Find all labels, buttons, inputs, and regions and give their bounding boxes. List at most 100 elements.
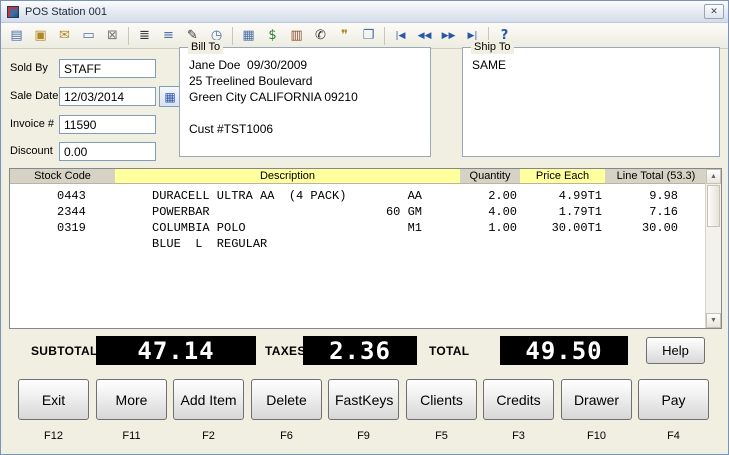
cell-total: 7.16 — [610, 205, 678, 219]
discount-field[interactable] — [59, 142, 156, 161]
add-item-button[interactable]: Add Item — [173, 379, 244, 420]
bill-to-content: Jane Doe 09/30/2009 25 Treelined Bouleva… — [180, 48, 430, 146]
pos-window: POS Station 001 ✕ ▤▣✉▭⊠≣≡✎◷▦$▥✆❞❐|◀◀◀▶▶▶… — [0, 0, 729, 455]
total-label: TOTAL — [429, 344, 469, 358]
drawer-button[interactable]: Drawer — [561, 379, 632, 420]
help-button[interactable]: Help — [646, 337, 705, 364]
sale-date-field[interactable] — [59, 87, 156, 106]
cell-stock: 0443 — [57, 189, 86, 203]
cell-price: 4.99T1 — [530, 189, 602, 203]
bill-to-box: Bill To Jane Doe 09/30/2009 25 Treelined… — [179, 47, 431, 157]
cell-total: 9.98 — [610, 189, 678, 203]
fastkeys-button[interactable]: FastKeys — [328, 379, 399, 420]
chat-icon[interactable]: ❞ — [333, 25, 356, 46]
fkey-label: F10 — [561, 430, 632, 442]
toolbar-separator — [384, 27, 385, 45]
cell-qty: 2.00 — [465, 189, 517, 203]
bill-to-label: Bill To — [188, 40, 223, 54]
exit-button[interactable]: Exit — [18, 379, 89, 420]
app-icon — [7, 6, 19, 18]
fkey-label: F11 — [96, 430, 167, 442]
bill-to-line: Green City CALIFORNIA 09210 — [189, 89, 421, 105]
column-header-line-total-53-3: Line Total (53.3) — [605, 169, 707, 183]
column-header-quantity: Quantity — [460, 169, 520, 183]
next-record-icon[interactable]: ▶▶ — [437, 25, 460, 46]
bill-to-line: 25 Treelined Boulevard — [189, 73, 421, 89]
fkey-label: F3 — [483, 430, 554, 442]
table-body: 0443 DURACELL ULTRA AA (4 PACK) AA 2.00 4.99… — [10, 184, 705, 328]
card-icon[interactable]: ▭ — [77, 25, 100, 46]
table-row[interactable]: 0319COLUMBIA POLOM11.0030.00T130.00 — [10, 221, 705, 237]
cell-desc: DURACELL ULTRA AA (4 PACK) — [152, 189, 346, 203]
delete-button[interactable]: Delete — [251, 379, 322, 420]
close-button[interactable]: ✕ — [704, 4, 724, 19]
title-bar: POS Station 001 ✕ — [1, 1, 728, 23]
cell-size: 60 GM — [378, 205, 422, 219]
ship-to-line: SAME — [472, 57, 710, 73]
line-items-table: Stock CodeDescriptionQuantityPrice EachL… — [9, 168, 722, 329]
fkey-label: F9 — [328, 430, 399, 442]
column-header-stock-code: Stock Code — [10, 169, 115, 183]
email-icon[interactable]: ✉ — [53, 25, 76, 46]
taxes-display: 2.36 — [303, 336, 417, 365]
trash-icon[interactable]: ⊠ — [101, 25, 124, 46]
pay-button[interactable]: Pay — [638, 379, 709, 420]
bill-to-line: Jane Doe 09/30/2009 — [189, 57, 421, 73]
scroll-down-icon[interactable]: ▼ — [706, 313, 721, 328]
phone-icon[interactable]: ✆ — [309, 25, 332, 46]
fkey-label: F6 — [251, 430, 322, 442]
fkey-label: F12 — [18, 430, 89, 442]
lock-icon[interactable]: ▣ — [29, 25, 52, 46]
calendar-button[interactable]: ▦ — [159, 86, 181, 107]
subtotal-label: SUBTOTAL — [31, 344, 98, 358]
taxes-label: TAXES — [265, 344, 306, 358]
scroll-thumb[interactable] — [707, 185, 720, 227]
receipt-icon[interactable]: ▤ — [5, 25, 28, 46]
ship-to-label: Ship To — [471, 40, 514, 54]
cell-desc: BLUE L REGULAR — [152, 237, 267, 251]
cell-size: AA — [378, 189, 422, 203]
cell-stock: 0319 — [57, 221, 86, 235]
cell-price: 30.00T1 — [530, 221, 602, 235]
sold-by-label: Sold By — [10, 62, 48, 74]
barcode-icon[interactable]: ≣ — [133, 25, 156, 46]
list-icon[interactable]: ≡ — [157, 25, 180, 46]
more-button[interactable]: More — [96, 379, 167, 420]
fkey-label: F4 — [638, 430, 709, 442]
table-header: Stock CodeDescriptionQuantityPrice EachL… — [10, 169, 707, 184]
total-display: 49.50 — [500, 336, 628, 365]
sale-date-label: Sale Date — [10, 90, 58, 102]
sold-by-field[interactable] — [59, 59, 156, 78]
invoice-label: Invoice # — [10, 118, 54, 130]
table-row[interactable]: 2344POWERBAR60 GM4.001.79T17.16 — [10, 205, 705, 221]
calculator-icon[interactable]: ▦ — [237, 25, 260, 46]
cell-desc: POWERBAR — [152, 205, 210, 219]
invoice-field[interactable] — [59, 115, 156, 134]
copy-icon[interactable]: ❐ — [357, 25, 380, 46]
fkey-label: F5 — [406, 430, 477, 442]
subtotal-display: 47.14 — [96, 336, 256, 365]
window-title: POS Station 001 — [25, 6, 107, 18]
cell-qty: 1.00 — [465, 221, 517, 235]
book-icon[interactable]: ▥ — [285, 25, 308, 46]
cell-price: 1.79T1 — [530, 205, 602, 219]
calendar-icon: ▦ — [164, 90, 175, 104]
cell-size: M1 — [378, 221, 422, 235]
first-record-icon[interactable]: |◀ — [389, 25, 412, 46]
column-header-description: Description — [115, 169, 460, 183]
cell-qty: 4.00 — [465, 205, 517, 219]
customer-number: Cust #TST1006 — [189, 121, 421, 137]
clients-button[interactable]: Clients — [406, 379, 477, 420]
credits-button[interactable]: Credits — [483, 379, 554, 420]
fkey-label: F2 — [173, 430, 244, 442]
prev-record-icon[interactable]: ◀◀ — [413, 25, 436, 46]
cash-icon[interactable]: $ — [261, 25, 284, 46]
table-row[interactable]: BLUE L REGULAR — [10, 237, 705, 253]
scroll-up-icon[interactable]: ▲ — [706, 169, 721, 184]
toolbar-separator — [128, 27, 129, 45]
table-scrollbar[interactable]: ▲ ▼ — [705, 169, 721, 328]
table-row[interactable]: 0443 DURACELL ULTRA AA (4 PACK) AA 2.00 4.99… — [10, 189, 705, 205]
toolbar-separator — [232, 27, 233, 45]
column-header-price-each: Price Each — [520, 169, 605, 183]
discount-label: Discount — [10, 145, 53, 157]
